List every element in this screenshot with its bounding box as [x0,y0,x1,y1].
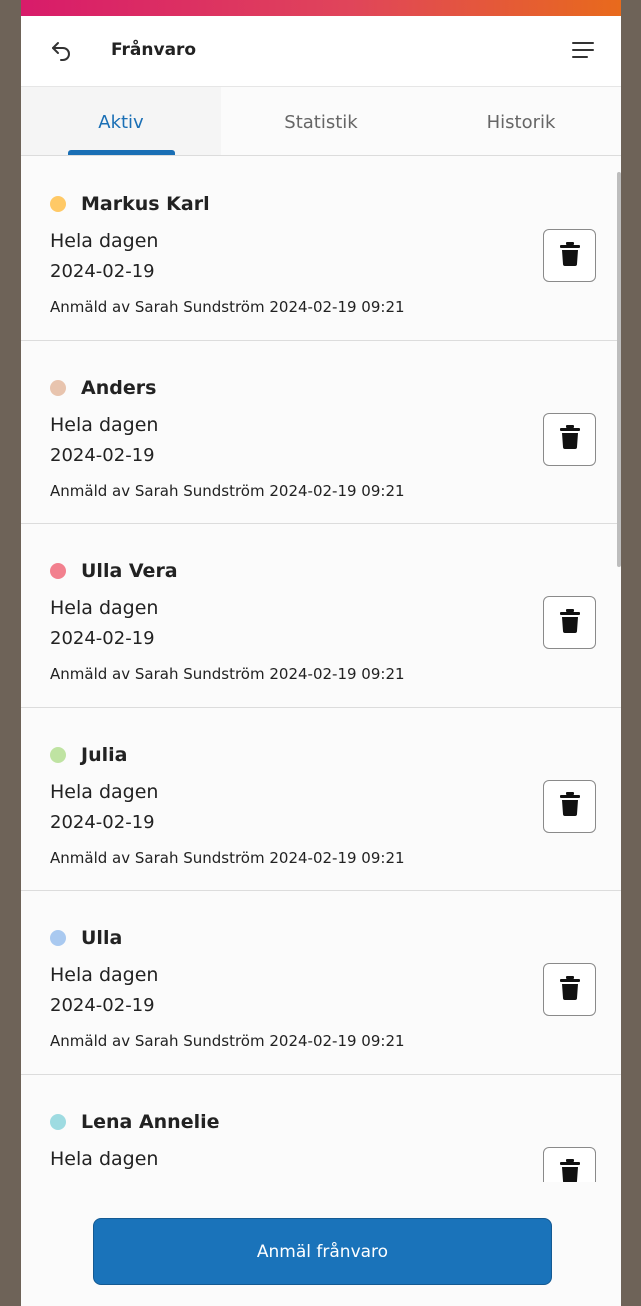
app-header: Frånvaro [21,16,621,87]
back-arrow-icon[interactable] [49,38,73,62]
delete-button[interactable] [543,229,596,282]
child-name: Anders [81,376,157,399]
report-absence-button[interactable]: Anmäl frånvaro [93,1218,552,1285]
trash-icon [559,425,580,453]
absence-duration: Hela dagen [50,413,159,436]
scrollbar[interactable] [617,172,621,567]
list-item: Markus Karl Hela dagen 2024-02-19 Anmäld… [21,157,621,341]
tab-historik[interactable]: Historik [421,87,621,155]
absence-duration: Hela dagen [50,230,159,252]
delete-button[interactable] [543,1146,596,1182]
status-dot [50,930,66,946]
name-row: Lena Annelie [50,1111,220,1133]
list-item: Lena Annelie Hela dagen [21,1074,621,1182]
status-dot [50,1113,66,1130]
absence-date: 2024-02-19 [50,811,155,833]
trash-icon [559,792,580,820]
tab-aktiv[interactable]: Aktiv [21,87,221,155]
name-row: Ulla [50,927,122,949]
tab-bar: Aktiv Statistik Historik [21,87,621,156]
list-item: Julia Hela dagen 2024-02-19 Anmäld av Sa… [21,707,621,891]
trash-icon [559,608,580,637]
list-item: Ulla Hela dagen 2024-02-19 Anmäld av Sar… [21,891,621,1075]
app-screen: Frånvaro Aktiv Statistik Historik Markus… [21,0,621,1306]
delete-button[interactable] [543,779,596,833]
list-item: Anders Hela dagen 2024-02-19 Anmäld av S… [21,340,621,524]
child-name: Ulla Vera [81,560,178,582]
name-row: Julia [50,744,127,766]
brand-gradient-bar [21,0,621,16]
page-title: Frånvaro [111,40,197,60]
absence-list: Markus Karl Hela dagen 2024-02-19 Anmäld… [21,157,621,1182]
trash-icon [559,975,580,1004]
reported-by: Anmäld av Sarah Sundström 2024-02-19 09:… [50,665,405,683]
absence-date: 2024-02-19 [50,628,155,649]
delete-button[interactable] [543,412,596,466]
delete-button[interactable] [543,596,596,649]
absence-duration: Hela dagen [50,1147,159,1170]
list-item: Ulla Vera Hela dagen 2024-02-19 Anmäld a… [21,524,621,708]
status-dot [50,563,66,579]
status-dot [50,196,66,212]
child-name: Markus Karl [81,193,210,215]
absence-duration: Hela dagen [50,964,159,986]
footer: Anmäl frånvaro [21,1182,621,1306]
absence-date: 2024-02-19 [50,444,155,466]
reported-by: Anmäld av Sarah Sundström 2024-02-19 09:… [50,481,405,500]
trash-icon [559,1159,580,1182]
status-dot [50,379,66,396]
reported-by: Anmäld av Sarah Sundström 2024-02-19 09:… [50,848,405,867]
child-name: Lena Annelie [81,1110,220,1133]
delete-button[interactable] [543,963,596,1016]
reported-by: Anmäld av Sarah Sundström 2024-02-19 09:… [50,1032,405,1050]
name-row: Anders [50,377,156,399]
absence-date: 2024-02-19 [50,995,155,1016]
reported-by: Anmäld av Sarah Sundström 2024-02-19 09:… [50,298,405,316]
child-name: Ulla [81,927,123,949]
name-row: Markus Karl [50,193,210,215]
hamburger-menu-icon[interactable] [571,40,595,60]
status-dot [50,746,66,763]
absence-duration: Hela dagen [50,780,159,803]
child-name: Julia [81,743,128,766]
absence-date: 2024-02-19 [50,261,155,282]
trash-icon [559,241,580,270]
name-row: Ulla Vera [50,560,178,582]
absence-duration: Hela dagen [50,597,159,619]
tab-statistik[interactable]: Statistik [221,87,421,155]
